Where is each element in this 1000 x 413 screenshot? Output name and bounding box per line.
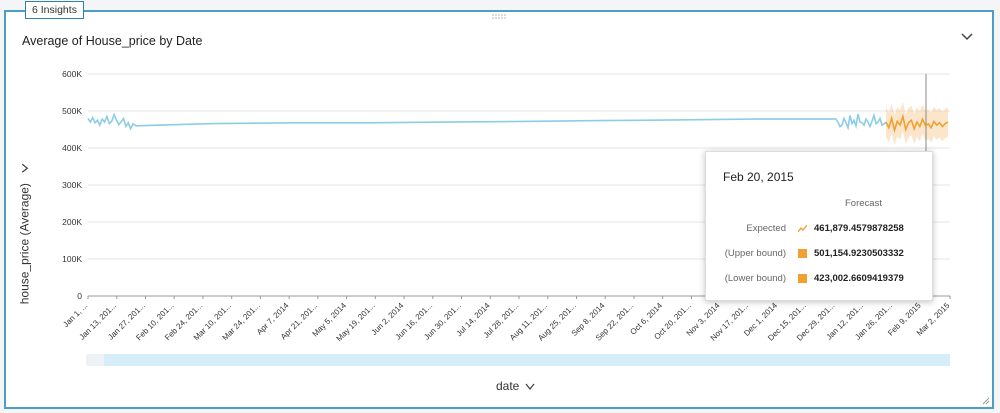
- y-tick-label: 300K: [62, 180, 82, 190]
- tooltip-row-value: 501,154.9230503332: [814, 248, 904, 259]
- y-tick-label: 200K: [62, 217, 82, 227]
- resize-handle-icon[interactable]: [982, 397, 990, 405]
- insight-panel: 6 Insights Average of House_price by Dat…: [4, 1, 994, 409]
- y-tick-label: 100K: [62, 254, 82, 264]
- chevron-down-icon[interactable]: [21, 164, 29, 174]
- x-tick-label: Jan 1, ...: [61, 301, 89, 329]
- tooltip-row-value: 461,879.4579878258: [814, 223, 904, 234]
- range-scrollbar[interactable]: [86, 354, 950, 366]
- tooltip-row-upper: (Upper bound) 501,154.9230503332: [706, 248, 934, 264]
- y-axis-label: house_price (Average): [17, 164, 31, 304]
- tooltip-row-lower: (Lower bound) 423,002.6609419379: [706, 273, 934, 289]
- square-icon: [798, 249, 807, 258]
- tooltip-header: Forecast: [845, 198, 882, 209]
- chevron-down-icon[interactable]: [525, 383, 535, 391]
- y-tick-label: 0: [77, 291, 82, 301]
- y-tick-label: 600K: [62, 69, 82, 79]
- tooltip-row-label: Expected: [746, 223, 786, 234]
- tooltip-row-label: (Upper bound): [724, 248, 786, 259]
- x-axis-label-group[interactable]: date: [496, 379, 535, 393]
- range-scrollbar-thumb[interactable]: [104, 354, 950, 366]
- trend-line-icon: [798, 224, 807, 233]
- y-tick-label: 500K: [62, 106, 82, 116]
- y-axis-label-group[interactable]: house_price (Average): [12, 164, 52, 317]
- series-line-history: [87, 112, 887, 131]
- tooltip-date: Feb 20, 2015: [723, 170, 794, 184]
- square-icon: [798, 274, 807, 283]
- tooltip-row-expected: Expected 461,879.4579878258: [706, 223, 934, 239]
- forecast-tooltip: Feb 20, 2015 Forecast Expected 461,879.4…: [705, 151, 933, 301]
- tooltip-row-label: (Lower bound): [724, 273, 786, 284]
- x-axis-label: date: [496, 379, 520, 393]
- y-tick-label: 400K: [62, 143, 82, 153]
- tooltip-row-value: 423,002.6609419379: [814, 273, 904, 284]
